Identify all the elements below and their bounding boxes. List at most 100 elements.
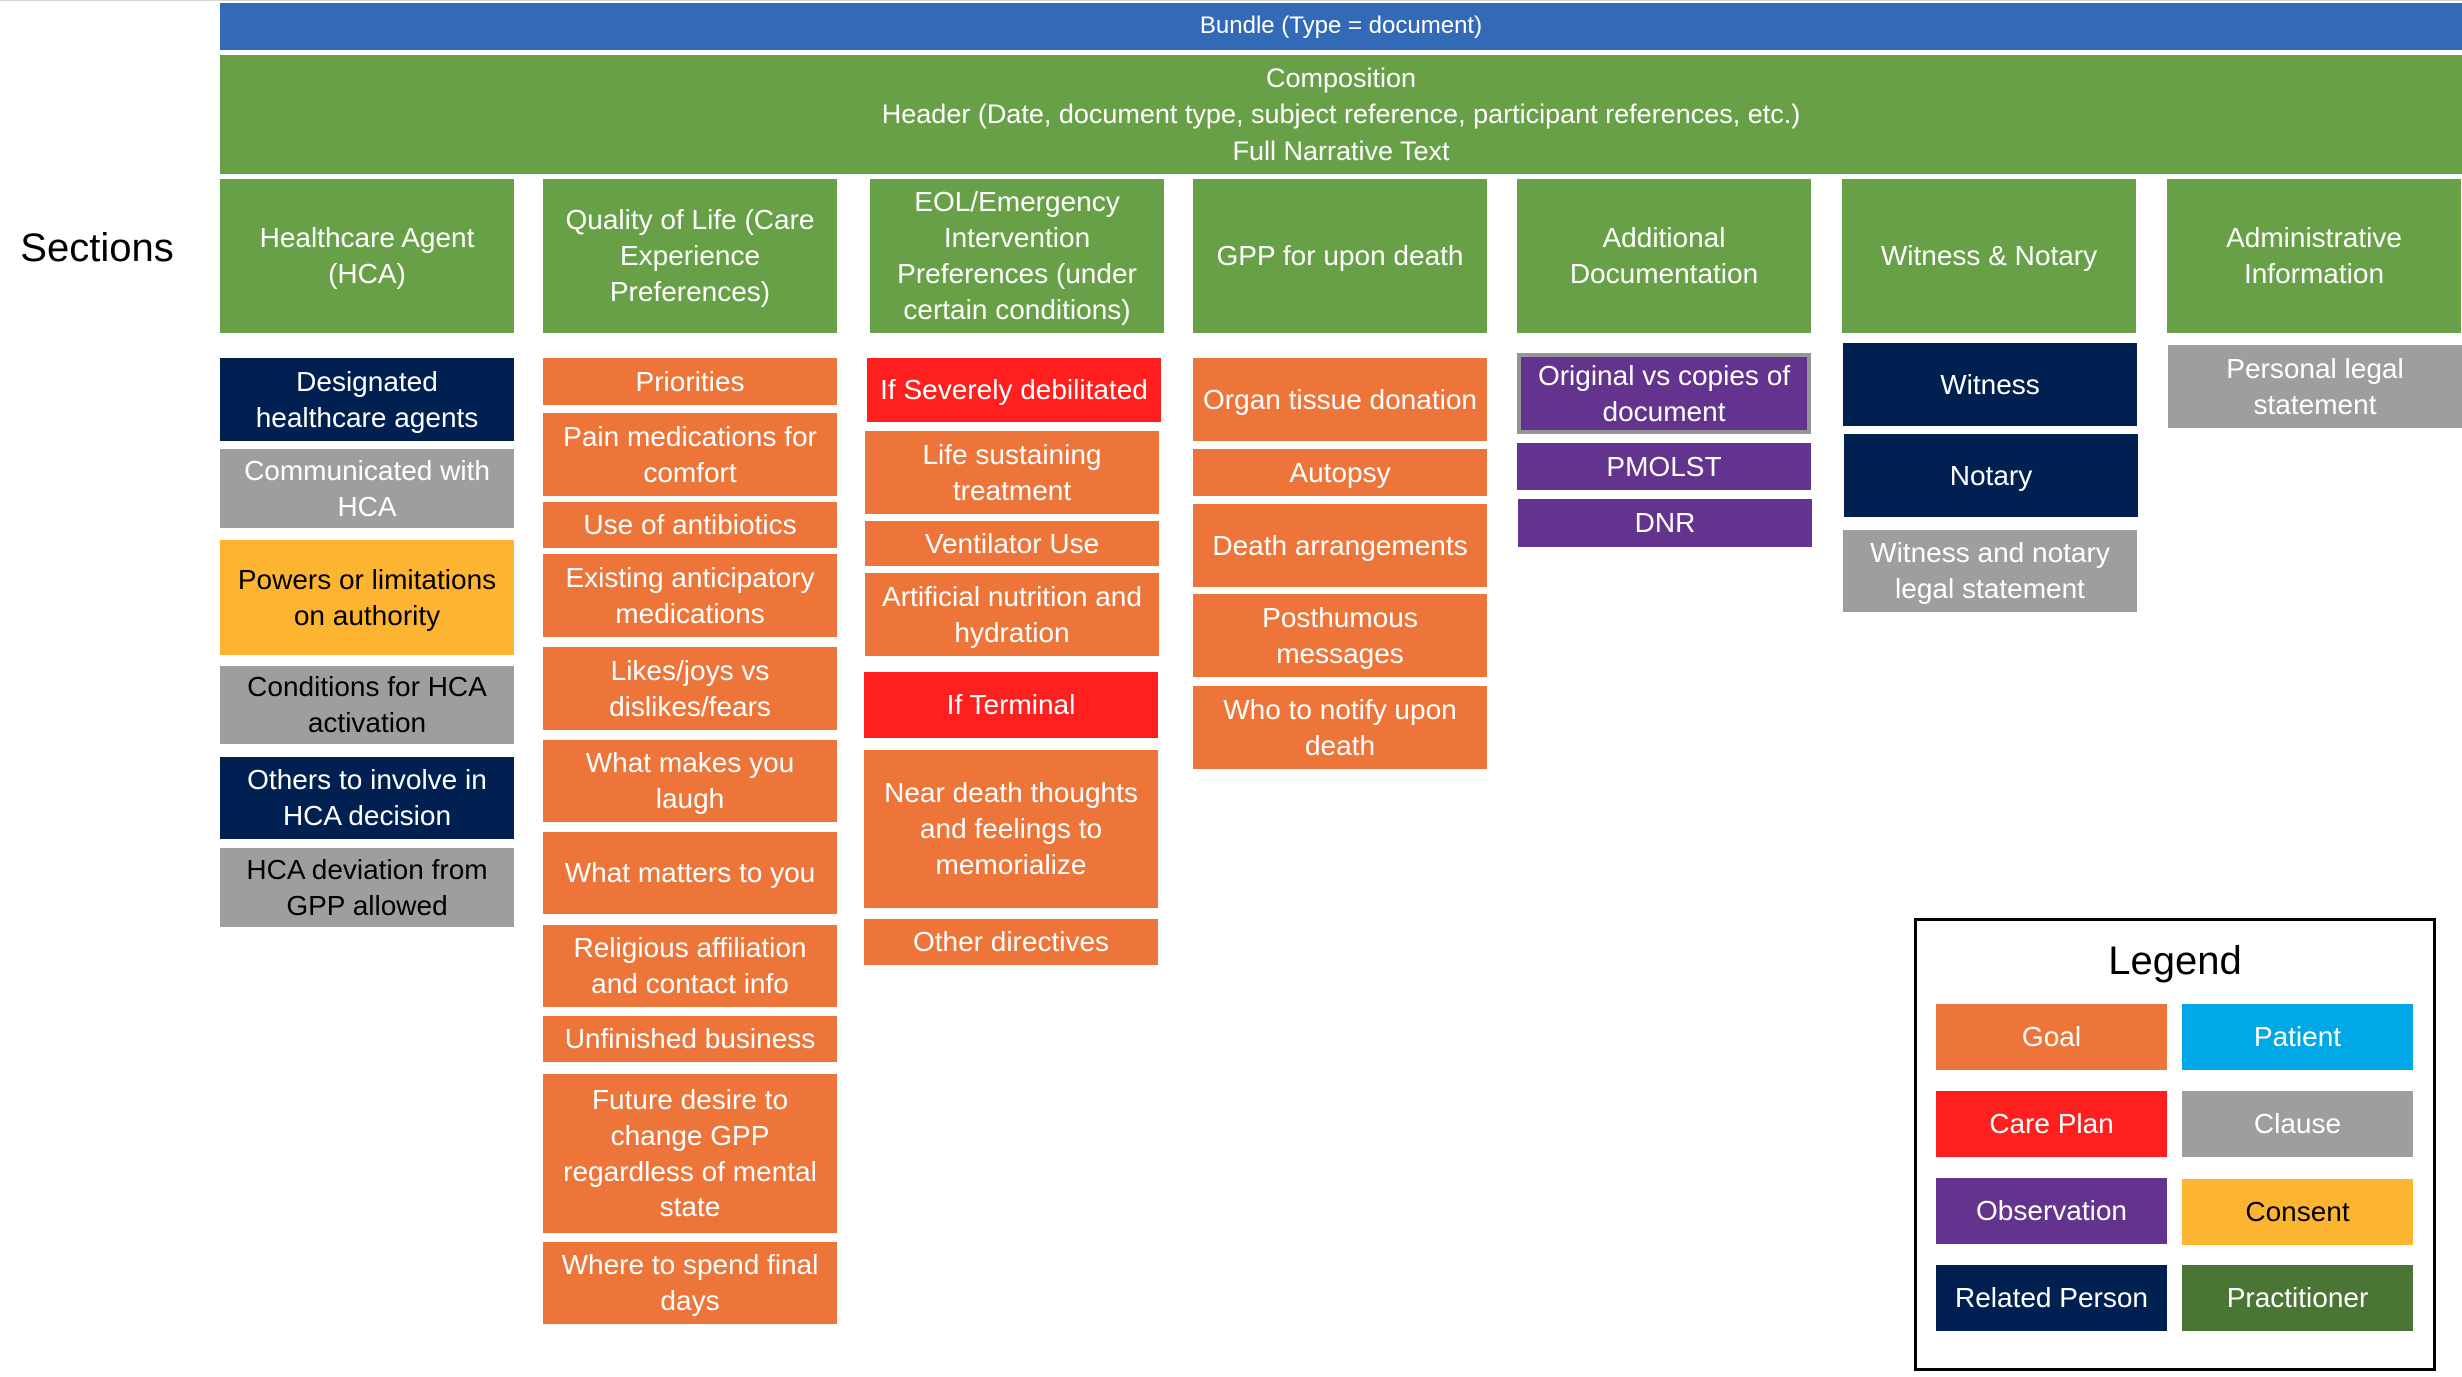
section-title: EOL/Emergency Intervention Preferences (… <box>897 186 1137 325</box>
item-pmolst: PMOLST <box>1517 443 1811 490</box>
item-other-directives: Other directives <box>864 919 1158 965</box>
item-label: Death arrangements <box>1212 529 1468 561</box>
item-label: Other directives <box>912 926 1110 958</box>
section-title: Witness & Notary <box>1880 240 2098 272</box>
item-label: Notary <box>1949 459 2033 491</box>
item-label: Ventilator Use <box>924 527 1100 559</box>
item-life-sustaining-treatment: Life sustaining treatment <box>865 431 1159 514</box>
item-label: Designated healthcare agents <box>255 365 479 433</box>
item-who-to-notify: Who to notify upon death <box>1193 686 1487 769</box>
item-conditions-hca-activation: Conditions for HCA activation <box>220 666 514 744</box>
item-what-matters-to-you: What matters to you <box>543 832 837 914</box>
item-label: Unfinished business <box>564 1023 816 1055</box>
item-label: Religious affiliation and contact info <box>573 932 807 999</box>
item-pain-medications: Pain medications for comfort <box>543 413 837 496</box>
item-posthumous-messages: Posthumous messages <box>1193 594 1487 677</box>
section-title: GPP for upon death <box>1216 240 1464 272</box>
item-powers-limitations: Powers or limitations on authority <box>220 540 514 655</box>
item-if-severely-debilitated: If Severely debilitated <box>867 358 1161 422</box>
item-ventilator-use: Ventilator Use <box>865 521 1159 566</box>
legend-label: Practitioner <box>2226 1282 2369 1313</box>
item-label: What makes you laugh <box>585 747 795 814</box>
legend-swatch-care-plan: Care Plan <box>1936 1091 2167 1157</box>
item-death-arrangements: Death arrangements <box>1193 504 1487 587</box>
item-personal-legal-statement: Personal legal statement <box>2168 345 2462 428</box>
composition-title: Composition <box>1265 62 1417 93</box>
item-likes-dislikes: Likes/joys vs dislikes/fears <box>543 647 837 730</box>
item-label: Personal legal statement <box>2226 352 2404 420</box>
item-witness-notary-legal-statement: Witness and notary legal statement <box>1843 530 2137 612</box>
section-healthcare-agent: Healthcare Agent (HCA) <box>220 179 514 333</box>
item-label: Likes/joys vs dislikes/fears <box>609 654 771 722</box>
item-what-makes-you-laugh: What makes you laugh <box>543 740 837 822</box>
item-where-to-spend-final-days: Where to spend final days <box>543 1242 837 1324</box>
legend-swatch-consent: Consent <box>2182 1179 2413 1245</box>
legend-swatch-clause: Clause <box>2182 1091 2413 1157</box>
item-others-to-involve: Others to involve in HCA decision <box>220 757 514 839</box>
legend-swatch-goal: Goal <box>1936 1004 2167 1070</box>
item-label: Where to spend final days <box>561 1249 819 1316</box>
item-use-of-antibiotics: Use of antibiotics <box>543 502 837 548</box>
item-label: Posthumous messages <box>1262 601 1418 669</box>
item-designated-healthcare-agents: Designated healthcare agents <box>220 358 514 441</box>
legend-label: Clause <box>2253 1108 2342 1139</box>
item-label: Original vs copies of document <box>1537 359 1791 427</box>
item-label: Organ tissue donation <box>1203 383 1477 415</box>
item-label: If Terminal <box>946 689 1076 721</box>
legend-label: Care Plan <box>1989 1108 2114 1139</box>
sections-label: Sections <box>20 226 174 270</box>
item-communicated-with-hca: Communicated with HCA <box>220 449 514 528</box>
item-label: Artificial nutrition and hydration <box>882 580 1142 648</box>
legend-swatch-observation: Observation <box>1936 1178 2167 1244</box>
item-label: What matters to you <box>564 857 816 889</box>
item-autopsy: Autopsy <box>1193 449 1487 496</box>
item-label: Communicated with HCA <box>244 454 490 522</box>
section-administrative-information: Administrative Information <box>2167 179 2461 333</box>
item-organ-tissue-donation: Organ tissue donation <box>1193 358 1487 441</box>
legend-label: Related Person <box>1954 1282 2148 1313</box>
section-title: Additional Documentation <box>1569 222 1759 289</box>
top-border <box>0 0 2462 1</box>
legend-swatch-patient: Patient <box>2182 1004 2413 1070</box>
item-label: Near death thoughts and feelings to memo… <box>884 777 1138 880</box>
item-if-terminal: If Terminal <box>864 672 1158 738</box>
legend: Legend Goal Patient Care Plan Clause Obs… <box>1914 918 2436 1371</box>
section-witness-notary: Witness & Notary <box>1842 179 2136 333</box>
section-additional-documentation: Additional Documentation <box>1517 179 1811 333</box>
item-original-vs-copies: Original vs copies of document <box>1517 353 1811 434</box>
legend-title: Legend <box>2108 939 2242 983</box>
legend-label: Consent <box>2245 1196 2350 1227</box>
composition-narrative: Full Narrative Text <box>1232 135 1450 166</box>
composition-block: Composition Header (Date, document type,… <box>220 55 2462 174</box>
section-title: Quality of Life (Care Experience Prefere… <box>565 204 815 307</box>
item-label: Use of antibiotics <box>583 509 797 541</box>
legend-swatch-practitioner: Practitioner <box>2182 1265 2413 1331</box>
item-label: Conditions for HCA activation <box>247 671 487 738</box>
item-near-death-thoughts: Near death thoughts and feelings to memo… <box>864 750 1158 908</box>
item-label: Autopsy <box>1289 456 1391 488</box>
bundle-label: Bundle (Type = document) <box>1199 12 1483 40</box>
item-label: Witness and notary legal statement <box>1870 537 2110 604</box>
item-existing-anticipatory-medications: Existing anticipatory medications <box>543 554 837 637</box>
composition-header: Header (Date, document type, subject ref… <box>881 99 1801 130</box>
item-label: Priorities <box>635 365 745 397</box>
item-future-desire-change-gpp: Future desire to change GPP regardless o… <box>543 1074 837 1233</box>
item-label: DNR <box>1634 507 1696 539</box>
item-label: HCA deviation from GPP allowed <box>246 853 488 921</box>
item-label: If Severely debilitated <box>880 374 1148 406</box>
legend-label: Goal <box>2021 1021 2082 1052</box>
item-label: Existing anticipatory medications <box>565 561 815 629</box>
section-quality-of-life: Quality of Life (Care Experience Prefere… <box>543 179 837 333</box>
item-label: Life sustaining treatment <box>922 438 1102 506</box>
legend-label: Patient <box>2253 1021 2342 1052</box>
section-title: Administrative Information <box>2226 222 2402 289</box>
section-title: Healthcare Agent (HCA) <box>259 222 475 289</box>
item-dnr: DNR <box>1518 499 1812 547</box>
item-hca-deviation: HCA deviation from GPP allowed <box>220 848 514 927</box>
bundle-bar: Bundle (Type = document) <box>220 3 2462 50</box>
item-unfinished-business: Unfinished business <box>543 1016 837 1062</box>
section-gpp-upon-death: GPP for upon death <box>1193 179 1487 333</box>
item-artificial-nutrition: Artificial nutrition and hydration <box>865 573 1159 656</box>
item-notary: Notary <box>1844 434 2138 517</box>
item-priorities: Priorities <box>543 358 837 405</box>
